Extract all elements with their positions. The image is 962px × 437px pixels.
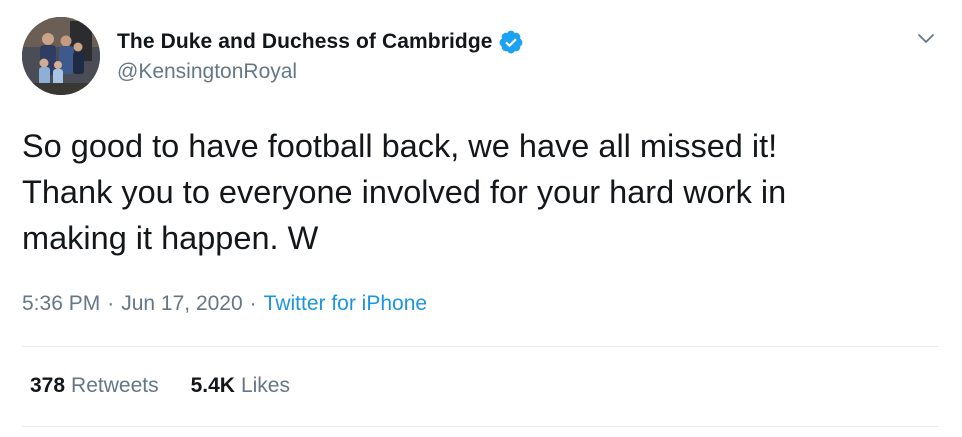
tweet-card: The Duke and Duchess of Cambridge @Kensi… <box>0 0 962 437</box>
retweets-stat[interactable]: 378 Retweets <box>30 374 159 398</box>
avatar[interactable] <box>22 17 100 95</box>
tweet-meta: 5:36 PM · Jun 17, 2020 · Twitter for iPh… <box>22 292 427 316</box>
retweets-count: 378 <box>30 374 66 397</box>
likes-stat[interactable]: 5.4K Likes <box>191 374 290 398</box>
meta-separator: · <box>249 292 257 315</box>
tweet-stats: 378 Retweets 5.4K Likes <box>30 374 290 398</box>
divider <box>22 346 939 347</box>
likes-label: Likes <box>240 374 290 397</box>
author-name-row: The Duke and Duchess of Cambridge <box>117 29 524 55</box>
tweet-date[interactable]: Jun 17, 2020 <box>121 292 242 316</box>
chevron-down-icon[interactable] <box>914 26 938 50</box>
verified-badge-icon <box>498 29 524 55</box>
author-handle[interactable]: @KensingtonRoyal <box>117 60 297 84</box>
author-display-name[interactable]: The Duke and Duchess of Cambridge <box>117 30 493 54</box>
likes-count: 5.4K <box>190 374 235 397</box>
meta-separator: · <box>107 292 115 315</box>
retweets-label: Retweets <box>71 374 159 397</box>
tweet-text-line: So good to have football back, we have a… <box>22 128 778 164</box>
tweet-text: So good to have football back, we have a… <box>22 123 942 261</box>
tweet-time[interactable]: 5:36 PM <box>22 292 100 316</box>
avatar-photo <box>22 17 100 95</box>
divider <box>22 426 939 427</box>
tweet-text-line: making it happen. W <box>22 220 319 256</box>
tweet-text-line: Thank you to everyone involved for your … <box>22 174 787 210</box>
tweet-source-link[interactable]: Twitter for iPhone <box>264 292 427 316</box>
